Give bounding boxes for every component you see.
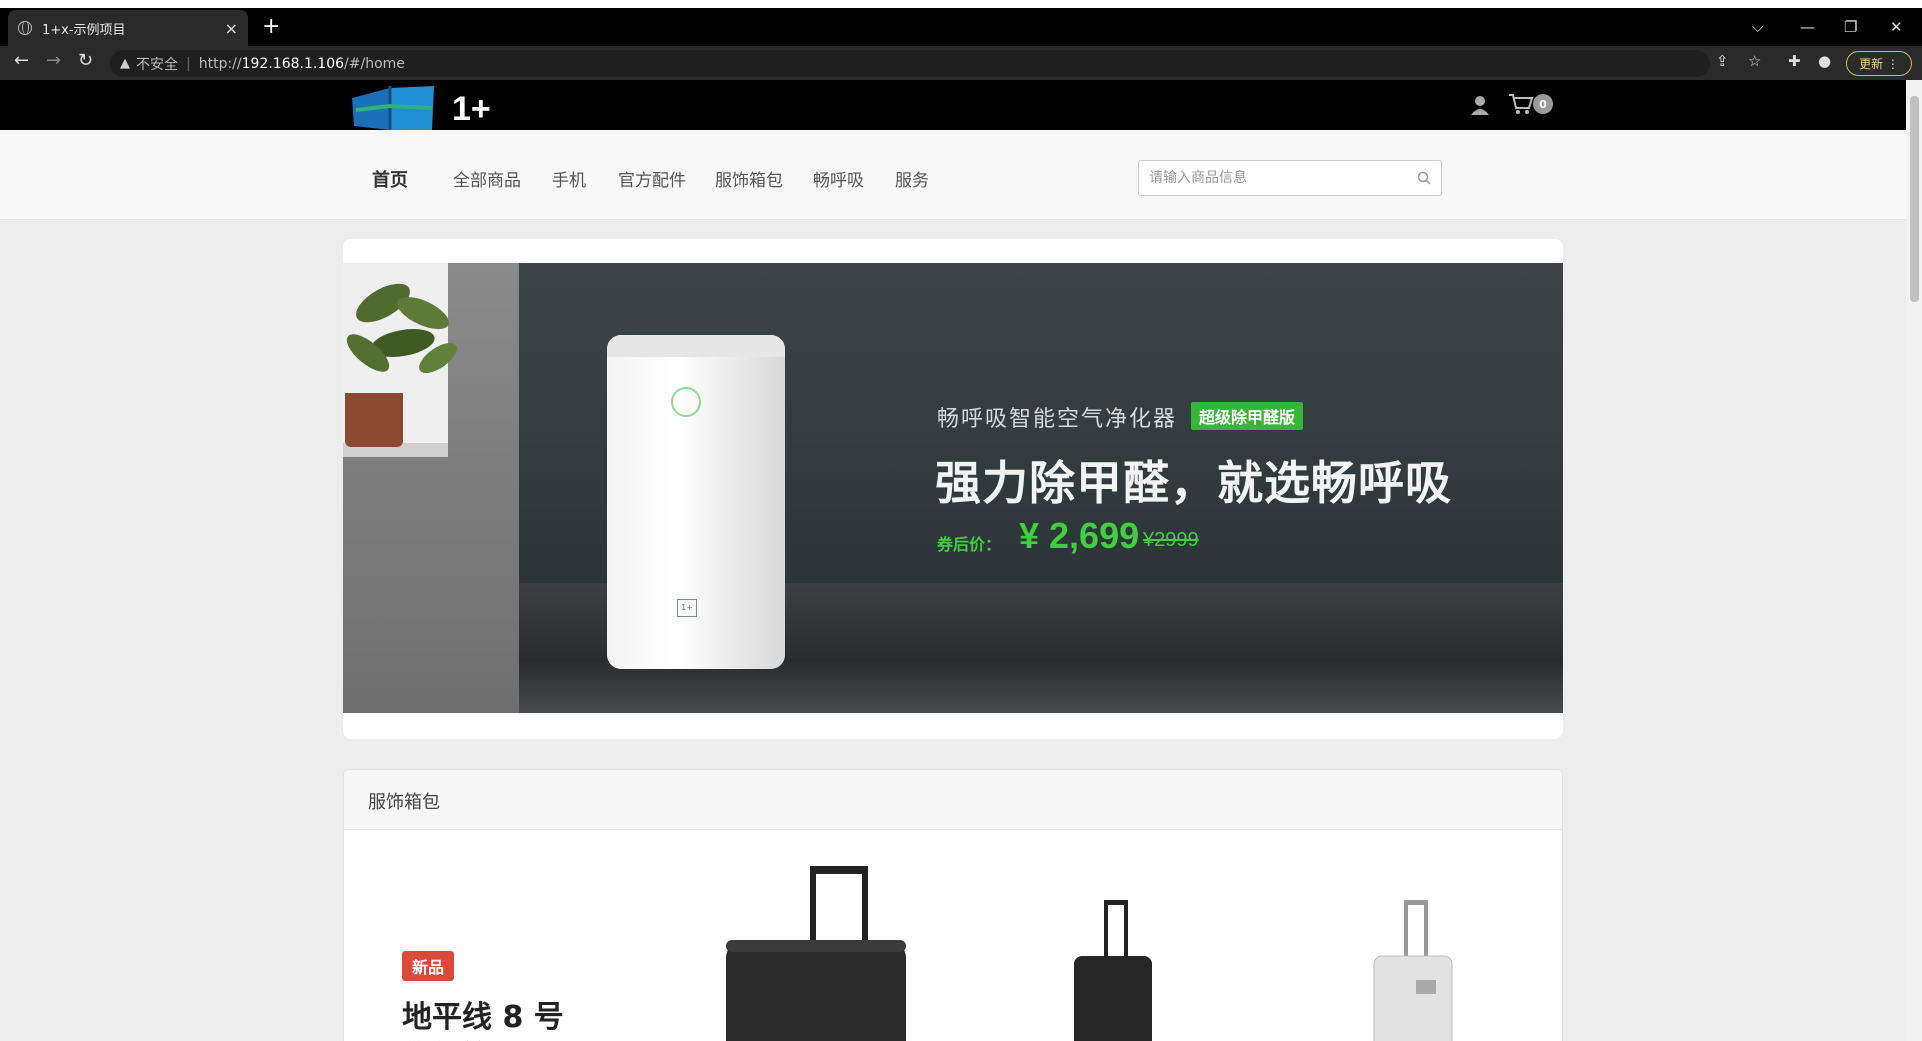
air-purifier-image: 1+	[607, 335, 785, 669]
category-panel: 服饰箱包 新品 地平线 8 号 旅行箱 20 寸	[343, 769, 1563, 1041]
globe-icon	[18, 21, 32, 35]
page-scrollbar[interactable]	[1906, 80, 1922, 1041]
restore-icon[interactable]: ❐	[1844, 18, 1857, 36]
nav-item-service[interactable]: 服务	[895, 166, 929, 191]
search-input[interactable]	[1139, 161, 1399, 195]
tab-title: 1+x-示例项目	[42, 22, 126, 38]
minimize-icon[interactable]: —	[1800, 18, 1815, 36]
browser-window: 1+x-示例项目 × + ⌵ — ❐ ✕ ← → ↻ ▲ 不安全 | http:…	[0, 0, 1922, 1041]
update-label: 更新	[1859, 57, 1884, 71]
banner-headline: 强力除甲醛，就选畅呼吸	[935, 456, 1452, 510]
tab-close-button[interactable]: ×	[225, 19, 238, 38]
scrollbar-thumb[interactable]	[1910, 96, 1919, 302]
forward-icon[interactable]: →	[46, 50, 61, 71]
purifier-indicator	[671, 387, 701, 417]
close-window-icon[interactable]: ✕	[1890, 18, 1903, 36]
banner-slide[interactable]: 1+ 畅呼吸智能空气净化器 超级除甲醛版 强力除甲醛，就选畅呼吸 券后价： ¥ …	[343, 263, 1563, 713]
plant-image	[346, 283, 457, 374]
suitcase-black-large-image[interactable]	[718, 866, 908, 1041]
url-separator: |	[186, 55, 191, 72]
category-title: 服饰箱包	[368, 792, 440, 813]
purifier-logo: 1+	[677, 599, 697, 617]
nav-item-all-products[interactable]: 全部商品	[453, 166, 521, 191]
nav-item-home[interactable]: 首页	[372, 166, 408, 192]
purifier-top	[607, 335, 785, 357]
main-nav: 首页 全部商品 手机 官方配件 服饰箱包 畅呼吸 服务	[0, 130, 1906, 220]
banner-floor	[343, 583, 1563, 713]
address-toolbar: ← → ↻ ▲ 不安全 | http://192.168.1.106/#/hom…	[0, 46, 1922, 80]
page-viewport: 1+ 0 首页 全部商品 手机 官方配件 服饰箱包 畅呼吸 服务 请输入商品信息…	[0, 80, 1906, 1041]
tab-strip: 1+x-示例项目 × + ⌵ — ❐ ✕	[0, 8, 1922, 46]
extensions-icon[interactable]: ✚	[1788, 52, 1801, 70]
nav-item-accessories[interactable]: 官方配件	[618, 166, 686, 191]
nav-item-apparel-bags[interactable]: 服饰箱包	[715, 166, 783, 191]
url-host: 192.168.1.106	[241, 55, 345, 72]
new-tab-button[interactable]: +	[262, 14, 280, 39]
cart-count-badge[interactable]: 0	[1533, 94, 1553, 114]
tab-search-icon[interactable]: ⌵	[1752, 18, 1763, 36]
cart-icon[interactable]	[1508, 93, 1534, 115]
search-box	[1138, 160, 1442, 196]
product-name[interactable]: 地平线 8 号	[402, 992, 564, 1036]
category-header: 服饰箱包	[344, 770, 1562, 830]
security-label: 不安全	[136, 56, 178, 73]
product-name-line2[interactable]: 旅行箱 20 寸	[402, 1032, 585, 1041]
banner-tag: 超级除甲醛版	[1191, 402, 1304, 430]
reload-icon[interactable]: ↻	[78, 50, 93, 71]
banner-price-label: 券后价：	[937, 535, 1002, 554]
suitcase-black-small-image[interactable]	[1064, 900, 1154, 1041]
new-badge: 新品	[402, 951, 455, 981]
logo-text[interactable]: 1+	[452, 90, 491, 129]
profile-icon[interactable]: ●	[1818, 52, 1831, 70]
banner-subtitle: 畅呼吸智能空气净化器	[937, 407, 1178, 432]
url-scheme: http://	[198, 55, 242, 72]
bookmark-star-icon[interactable]: ☆	[1748, 52, 1761, 70]
nav-item-breathe[interactable]: 畅呼吸	[813, 166, 864, 191]
user-icon[interactable]	[1470, 94, 1490, 116]
update-button[interactable]: 更新 ⋮	[1846, 51, 1912, 76]
banner-old-price: ¥2999	[1143, 529, 1199, 551]
back-icon[interactable]: ←	[14, 50, 29, 71]
share-icon[interactable]: ⇪	[1716, 52, 1729, 70]
url-bar[interactable]: ▲ 不安全 | http://192.168.1.106/#/home	[110, 50, 1710, 77]
banner-carousel: 1+ 畅呼吸智能空气净化器 超级除甲醛版 强力除甲醛，就选畅呼吸 券后价： ¥ …	[343, 239, 1563, 739]
search-icon[interactable]	[1417, 171, 1431, 185]
suitcase-silver-image[interactable]	[1364, 900, 1454, 1041]
nav-item-phones[interactable]: 手机	[552, 166, 586, 191]
site-top-bar: 1+ 0	[0, 80, 1906, 132]
browser-tab[interactable]: 1+x-示例项目 ×	[8, 10, 248, 46]
url-path: /#/home	[344, 55, 405, 72]
warning-icon: ▲	[120, 56, 130, 71]
banner-price: ¥ 2,699	[1019, 515, 1140, 556]
plant-pot	[345, 393, 403, 447]
